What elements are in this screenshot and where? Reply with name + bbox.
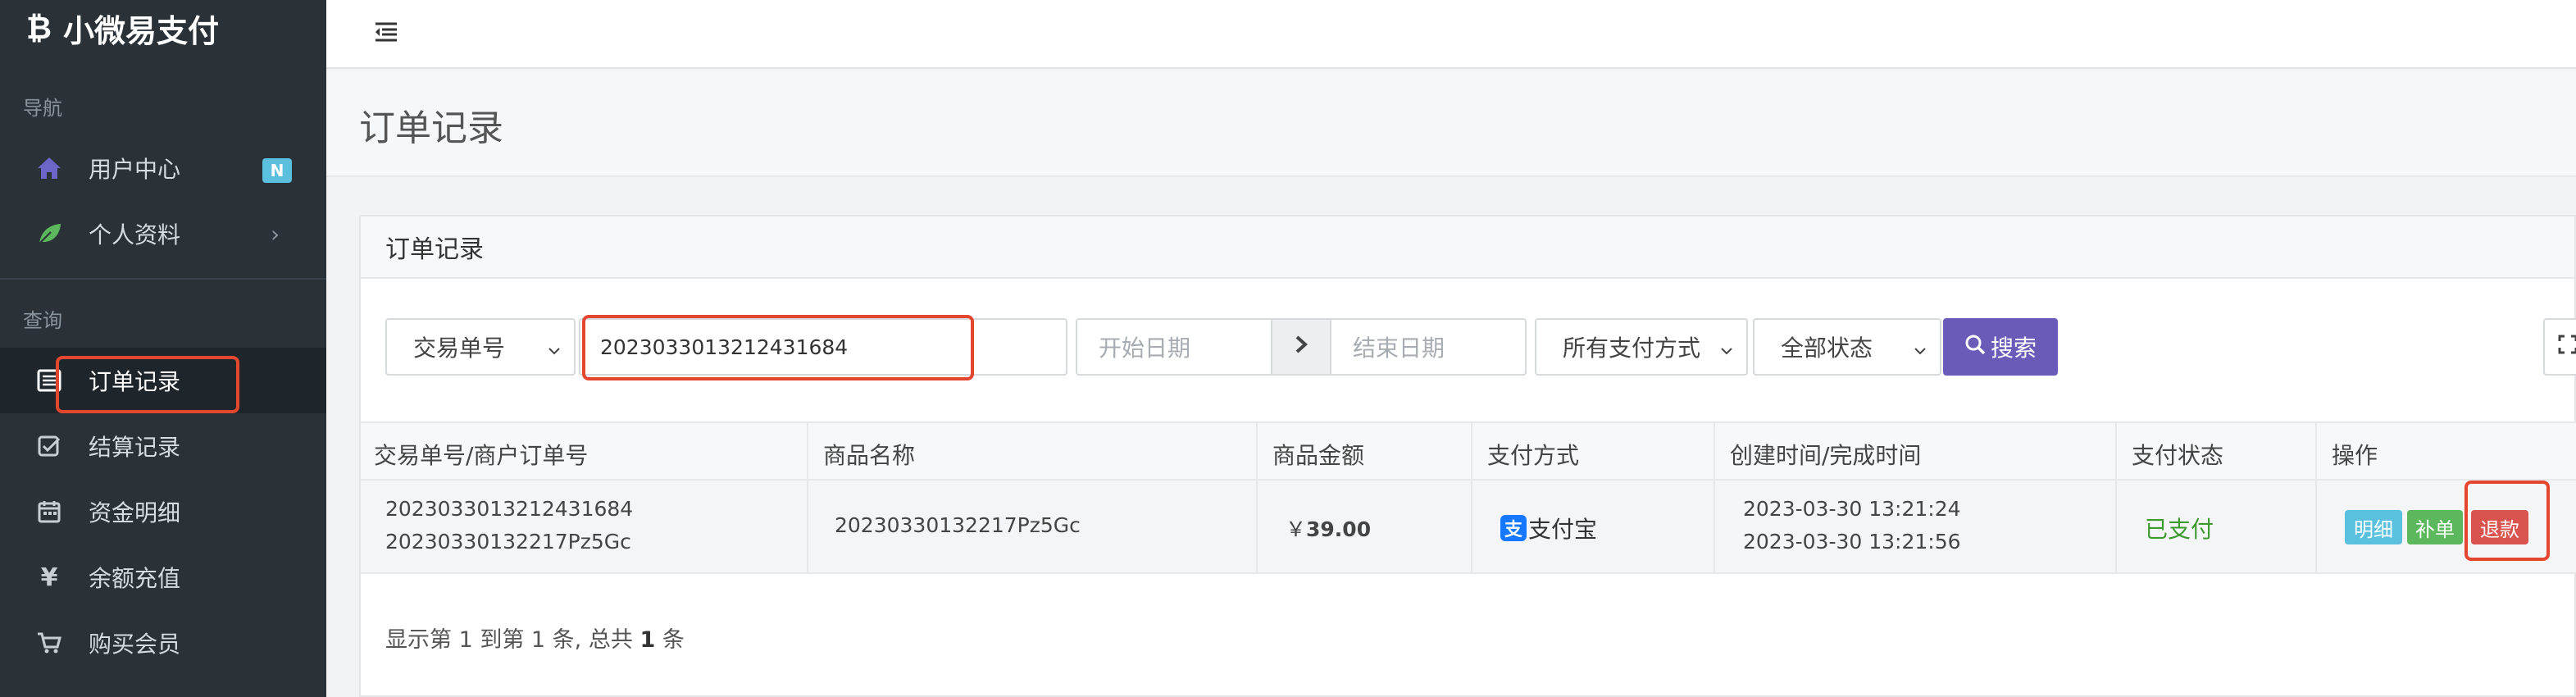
sidebar-item-settlements[interactable]: 结算记录 (0, 413, 326, 479)
created-time: 2023-03-30 13:21:24 (1743, 497, 1961, 521)
chevron-down-icon (1718, 338, 1735, 365)
page-header: 订单记录 (326, 71, 2576, 177)
sidebar-item-label: 余额充值 (89, 565, 181, 592)
new-badge: N (262, 158, 292, 183)
out-trade-no: 20230330132217Pz5Gc (385, 530, 631, 554)
th-time: 创建时间/完成时间 (1730, 442, 1922, 469)
search-input-wrapper: 2023033013212431684 (579, 318, 1067, 376)
pay-method-label: 支付宝 (1528, 516, 1598, 543)
sidebar-item-label: 结算记录 (89, 434, 181, 461)
orders-panel: 订单记录 交易单号 2023033013212431684 开始日期 结束日期 … (359, 215, 2576, 697)
chevron-down-icon (1912, 338, 1928, 365)
home-icon (33, 156, 66, 180)
th-trade-no: 交易单号/商户订单号 (374, 442, 589, 469)
menu-toggle-icon[interactable] (374, 21, 398, 46)
sidebar-divider (0, 278, 326, 280)
cart-icon (33, 631, 66, 655)
col-divider (2315, 421, 2317, 574)
sidebar-item-recharge[interactable]: ¥ 余额充值 (0, 544, 326, 610)
fullscreen-button[interactable] (2543, 318, 2576, 376)
status-value: 全部状态 (1781, 335, 1873, 362)
sidebar-item-profile[interactable]: 个人资料 › (0, 201, 326, 266)
yen-icon: ¥ (40, 563, 58, 592)
sidebar: ₿ 小微易支付 导航 用户中心 N 个人资料 › 查询 订单记录 结算记录 资金… (0, 0, 326, 697)
calendar-icon (33, 499, 66, 524)
sidebar-item-label: 用户中心 (89, 156, 181, 183)
end-date-input[interactable]: 结束日期 (1330, 318, 1527, 376)
sidebar-item-label: 购买会员 (89, 631, 181, 658)
col-divider (2115, 421, 2117, 574)
search-type-value: 交易单号 (413, 335, 506, 362)
start-date-input[interactable]: 开始日期 (1076, 318, 1272, 376)
sidebar-item-membership[interactable]: 购买会员 (0, 610, 326, 676)
start-date-placeholder: 开始日期 (1099, 335, 1191, 362)
list-icon (33, 369, 66, 392)
page-title: 订单记录 (359, 107, 503, 149)
search-button[interactable]: 搜索 (1943, 318, 2058, 376)
orders-table: 交易单号/商户订单号 商品名称 商品金额 支付方式 创建时间/完成时间 支付状态… (361, 421, 2576, 574)
detail-button[interactable]: 明细 (2345, 510, 2402, 544)
sidebar-item-label: 订单记录 (89, 368, 181, 395)
sidebar-item-label: 资金明细 (89, 499, 181, 526)
brand[interactable]: ₿ 小微易支付 (0, 0, 326, 56)
search-input[interactable]: 2023033013212431684 (580, 335, 848, 359)
brand-name: 小微易支付 (62, 12, 219, 49)
currency-symbol: ￥ (1286, 517, 1307, 541)
col-divider (1256, 421, 1258, 574)
pagination-summary: 显示第 1 到第 1 条, 总共 1 条 (385, 622, 685, 654)
query-section-label: 查询 (23, 309, 62, 332)
th-actions: 操作 (2332, 442, 2378, 469)
chevron-right-icon: › (271, 220, 280, 248)
trade-no: 2023033013212431684 (385, 497, 634, 521)
refund-button[interactable]: 退款 (2471, 510, 2528, 544)
alipay-icon: 支 (1500, 515, 1527, 541)
search-type-select[interactable]: 交易单号 (385, 318, 576, 376)
sidebar-item-label: 个人资料 (89, 221, 181, 248)
th-status: 支付状态 (2132, 442, 2224, 469)
sidebar-item-user-center[interactable]: 用户中心 N (0, 135, 326, 201)
status-select[interactable]: 全部状态 (1753, 318, 1941, 376)
chevron-down-icon (546, 338, 562, 365)
summary-total: 1 (639, 627, 656, 653)
product-name: 20230330132217Pz5Gc (835, 513, 1081, 537)
table-row: 2023033013212431684 20230330132217Pz5Gc … (361, 481, 2576, 574)
th-pay-method: 支付方式 (1487, 442, 1580, 469)
status-badge: 已支付 (2145, 516, 2214, 543)
col-divider (807, 421, 808, 574)
search-icon (1964, 334, 1986, 361)
th-product: 商品名称 (823, 442, 916, 469)
summary-suffix: 条 (655, 627, 685, 653)
topbar (326, 0, 2576, 69)
bitcoin-icon: ₿ (26, 9, 52, 46)
reissue-button[interactable]: 补单 (2407, 510, 2463, 544)
summary-prefix: 显示第 1 到第 1 条, 总共 (385, 627, 640, 653)
th-amount: 商品金额 (1272, 442, 1365, 469)
expand-icon (2557, 334, 2576, 361)
amount-value: 39.00 (1306, 517, 1372, 541)
pay-method: 支 支付宝 (1500, 512, 1597, 544)
sidebar-item-funds[interactable]: 资金明细 (0, 479, 326, 544)
search-button-label: 搜索 (1990, 335, 2037, 362)
date-range-arrow (1271, 318, 1331, 376)
completed-time: 2023-03-30 13:21:56 (1743, 530, 1961, 554)
chevron-right-icon (1292, 334, 1310, 361)
check-square-icon (33, 435, 66, 458)
col-divider (1471, 421, 1472, 574)
pay-method-select[interactable]: 所有支付方式 (1535, 318, 1748, 376)
sidebar-item-orders[interactable]: 订单记录 (0, 348, 326, 413)
nav-section-label: 导航 (23, 97, 62, 120)
end-date-placeholder: 结束日期 (1353, 335, 1445, 362)
table-header: 交易单号/商户订单号 商品名称 商品金额 支付方式 创建时间/完成时间 支付状态… (361, 421, 2576, 481)
col-divider (1714, 421, 1715, 574)
panel-title: 订单记录 (361, 216, 2574, 279)
amount: ￥39.00 (1286, 513, 1371, 543)
leaf-icon (33, 221, 66, 246)
pay-method-value: 所有支付方式 (1563, 335, 1701, 362)
